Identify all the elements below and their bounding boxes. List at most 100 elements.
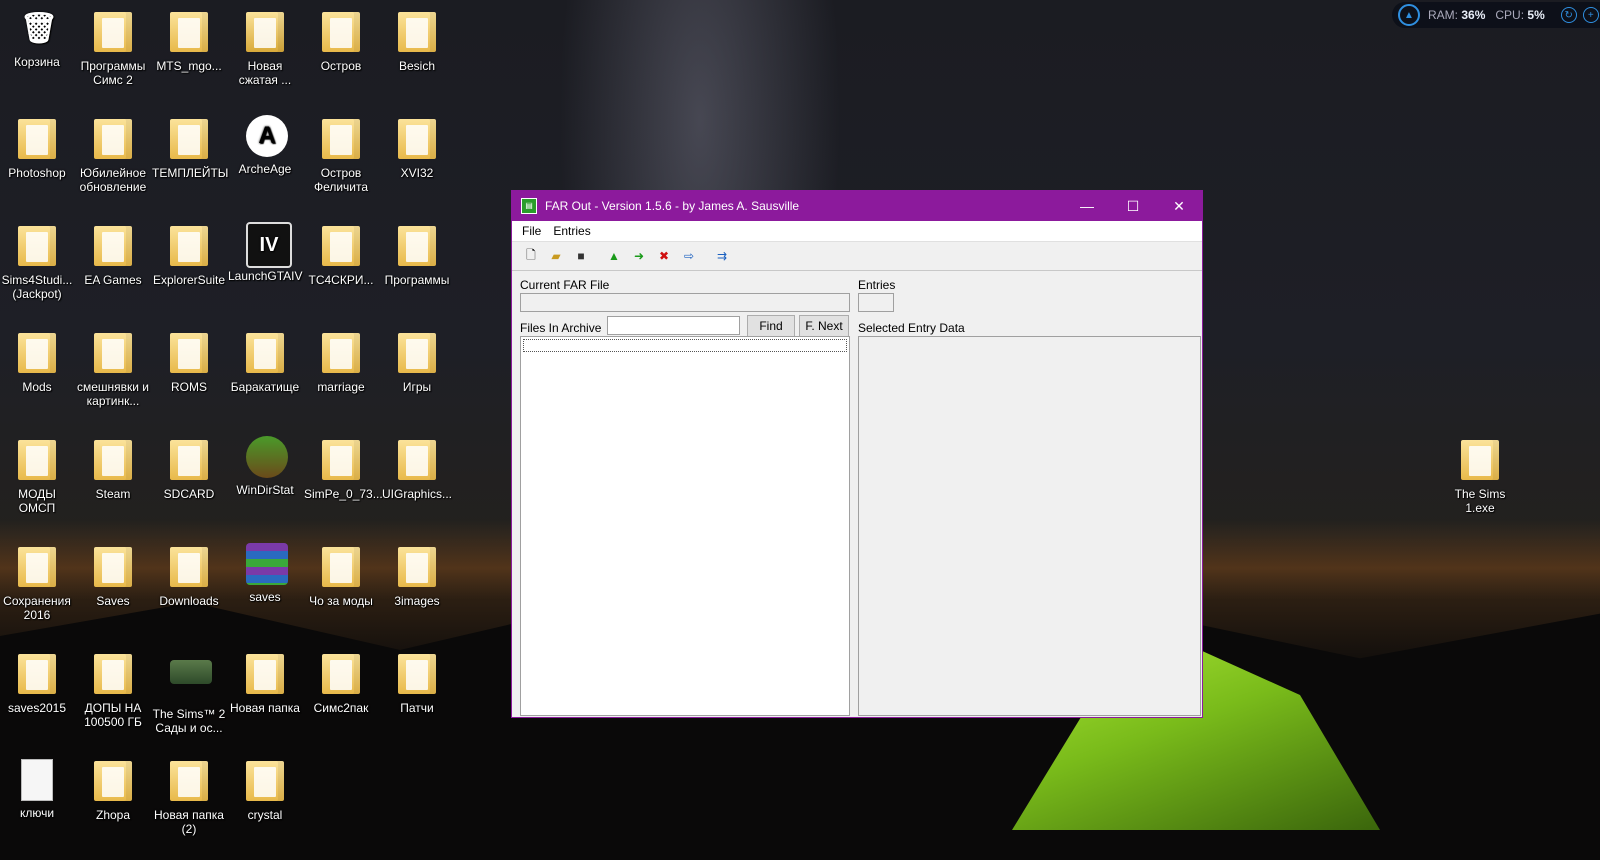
desktop-icon[interactable]: Остров <box>304 8 378 73</box>
far-out-window: ▤ FAR Out - Version 1.5.6 - by James A. … <box>511 190 1203 718</box>
files-in-archive-label: Files In Archive <box>520 321 602 335</box>
desktop-icon[interactable]: Патчи <box>380 650 454 715</box>
desktop-icon[interactable]: Besich <box>380 8 454 73</box>
desktop-icon-label: Besich <box>398 59 436 73</box>
desktop-icon[interactable]: Downloads <box>152 543 226 608</box>
desktop-icon[interactable]: Программы Симс 2 <box>76 8 150 87</box>
desktop-icon[interactable]: Sims4Studi... (Jackpot) <box>0 222 74 301</box>
desktop-icon[interactable]: IV LaunchGTAIV <box>228 222 302 283</box>
desktop-icon[interactable]: МОДЫ ОМСП <box>0 436 74 515</box>
folder-icon <box>1461 440 1499 484</box>
folder-icon <box>246 333 284 377</box>
desktop-icon-label: Photoshop <box>8 166 66 180</box>
extract-entry-icon[interactable]: ⇨ <box>678 245 700 267</box>
desktop-icon-label: marriage <box>317 380 365 394</box>
folder-icon <box>322 12 360 56</box>
desktop-icon[interactable]: Баракатище <box>228 329 302 394</box>
desktop-icon[interactable]: Юбилейное обновление <box>76 115 150 194</box>
desktop-icon[interactable]: Чо за моды <box>304 543 378 608</box>
desktop-icon[interactable]: Остров Феличита <box>304 115 378 194</box>
desktop-icon[interactable]: Новая папка <box>228 650 302 715</box>
desktop-icon-label: Downloads <box>159 594 219 608</box>
desktop-icon-label: МОДЫ ОМСП <box>18 487 56 515</box>
menu-file[interactable]: File <box>516 224 547 238</box>
files-list[interactable] <box>520 336 850 716</box>
minimize-button[interactable]: — <box>1064 191 1110 221</box>
desktop-icon[interactable]: marriage <box>304 329 378 394</box>
save-icon[interactable]: ■ <box>570 245 592 267</box>
folder-icon <box>170 12 208 56</box>
folder-icon <box>18 440 56 484</box>
desktop-icon[interactable]: UIGraphics... <box>380 436 454 501</box>
desktop-icon[interactable]: SDCARD <box>152 436 226 501</box>
desktop-icon[interactable]: EA Games <box>76 222 150 287</box>
desktop-icon[interactable]: 🗑 Корзина <box>0 8 74 70</box>
desktop-icon[interactable]: Новая сжатая ... <box>228 8 302 87</box>
list-focus-row[interactable] <box>523 339 847 352</box>
folder-icon <box>170 440 208 484</box>
desktop-icon[interactable]: ТЕМПЛЕЙТЫ <box>152 115 229 180</box>
folder-icon <box>398 547 436 591</box>
desktop-icon[interactable]: XVI32 <box>380 115 454 180</box>
desktop-icon[interactable]: saves2015 <box>0 650 74 715</box>
desktop-icon[interactable]: Новая папка (2) <box>152 757 226 836</box>
add-entry-icon[interactable]: ▲ <box>603 245 625 267</box>
folder-icon <box>94 226 132 270</box>
find-next-button[interactable]: F. Next <box>799 315 849 337</box>
desktop-icon[interactable]: Saves <box>76 543 150 608</box>
desktop-icon[interactable]: смешнявки и картинк... <box>76 329 150 408</box>
desktop-icon[interactable]: WinDirStat <box>228 436 302 497</box>
desktop-icon-label: WinDirStat <box>236 483 294 497</box>
desktop-icon[interactable]: Программы <box>380 222 454 287</box>
search-input[interactable] <box>607 316 740 335</box>
desktop-icon[interactable]: A ArcheAge <box>228 115 302 176</box>
close-button[interactable]: ✕ <box>1156 191 1202 221</box>
desktop-icon-label: MTS_mgo... <box>156 59 222 73</box>
desktop-icon[interactable]: saves <box>228 543 302 604</box>
replace-entry-icon[interactable]: ➜ <box>628 245 650 267</box>
add-icon[interactable]: + <box>1582 7 1599 23</box>
desktop-icon[interactable]: ТС4СКРИ... <box>304 222 378 287</box>
desktop-icon[interactable]: crystal <box>228 757 302 822</box>
menu-entries[interactable]: Entries <box>547 224 596 238</box>
desktop-icon-label: ключи <box>19 806 55 820</box>
folder-icon <box>398 226 436 270</box>
desktop-icon-label: ТЕМПЛЕЙТЫ <box>152 166 229 180</box>
new-file-icon[interactable]: 🗋 <box>520 245 542 267</box>
desktop-icon[interactable]: MTS_mgo... <box>152 8 226 73</box>
desktop-icon[interactable]: 3images <box>380 543 454 608</box>
desktop-icon-label: Симс2пак <box>313 701 369 715</box>
desktop-icon-label: saves <box>249 590 281 604</box>
desktop-icon-label: ROMS <box>171 380 207 394</box>
desktop-icon[interactable]: Симс2пак <box>304 650 378 715</box>
folder-icon <box>170 761 208 805</box>
folder-icon <box>322 119 360 163</box>
desktop-icon[interactable]: Сохранения 2016 <box>0 543 74 622</box>
monitor-icon: ▲ <box>1398 4 1420 26</box>
desktop-icon-label: XVI32 <box>400 166 434 180</box>
game-shortcut-icon <box>170 660 212 704</box>
desktop-icon[interactable]: ДОПЫ НА 100500 ГБ <box>76 650 150 729</box>
desktop-icon[interactable]: ключи <box>0 757 74 820</box>
title-bar[interactable]: ▤ FAR Out - Version 1.5.6 - by James A. … <box>512 191 1202 221</box>
desktop-icon[interactable]: ExplorerSuite <box>152 222 226 287</box>
desktop-icon[interactable]: Zhopa <box>76 757 150 822</box>
desktop-icon[interactable]: SimPe_0_73... <box>304 436 383 501</box>
extract-all-icon[interactable]: ⇉ <box>711 245 733 267</box>
maximize-button[interactable]: ☐ <box>1110 191 1156 221</box>
desktop-icon[interactable]: ROMS <box>152 329 226 394</box>
find-button[interactable]: Find <box>747 315 795 337</box>
folder-icon <box>18 654 56 698</box>
delete-entry-icon[interactable]: ✖ <box>653 245 675 267</box>
desktop-icon[interactable]: Steam <box>76 436 150 501</box>
desktop-icon-label: Остров Феличита <box>313 166 369 194</box>
desktop-icon-label: UIGraphics... <box>381 487 453 501</box>
refresh-icon[interactable]: ↻ <box>1560 7 1577 23</box>
desktop-icon[interactable]: Mods <box>0 329 74 394</box>
desktop-icon[interactable]: Photoshop <box>0 115 74 180</box>
desktop-icon[interactable]: Игры <box>380 329 454 394</box>
desktop-icon[interactable]: The Sims™ 2 Сады и ос... <box>152 650 226 735</box>
desktop-icon[interactable]: The Sims 1.exe <box>1443 436 1517 515</box>
folder-icon <box>322 226 360 270</box>
open-folder-icon[interactable]: ▰ <box>545 245 567 267</box>
